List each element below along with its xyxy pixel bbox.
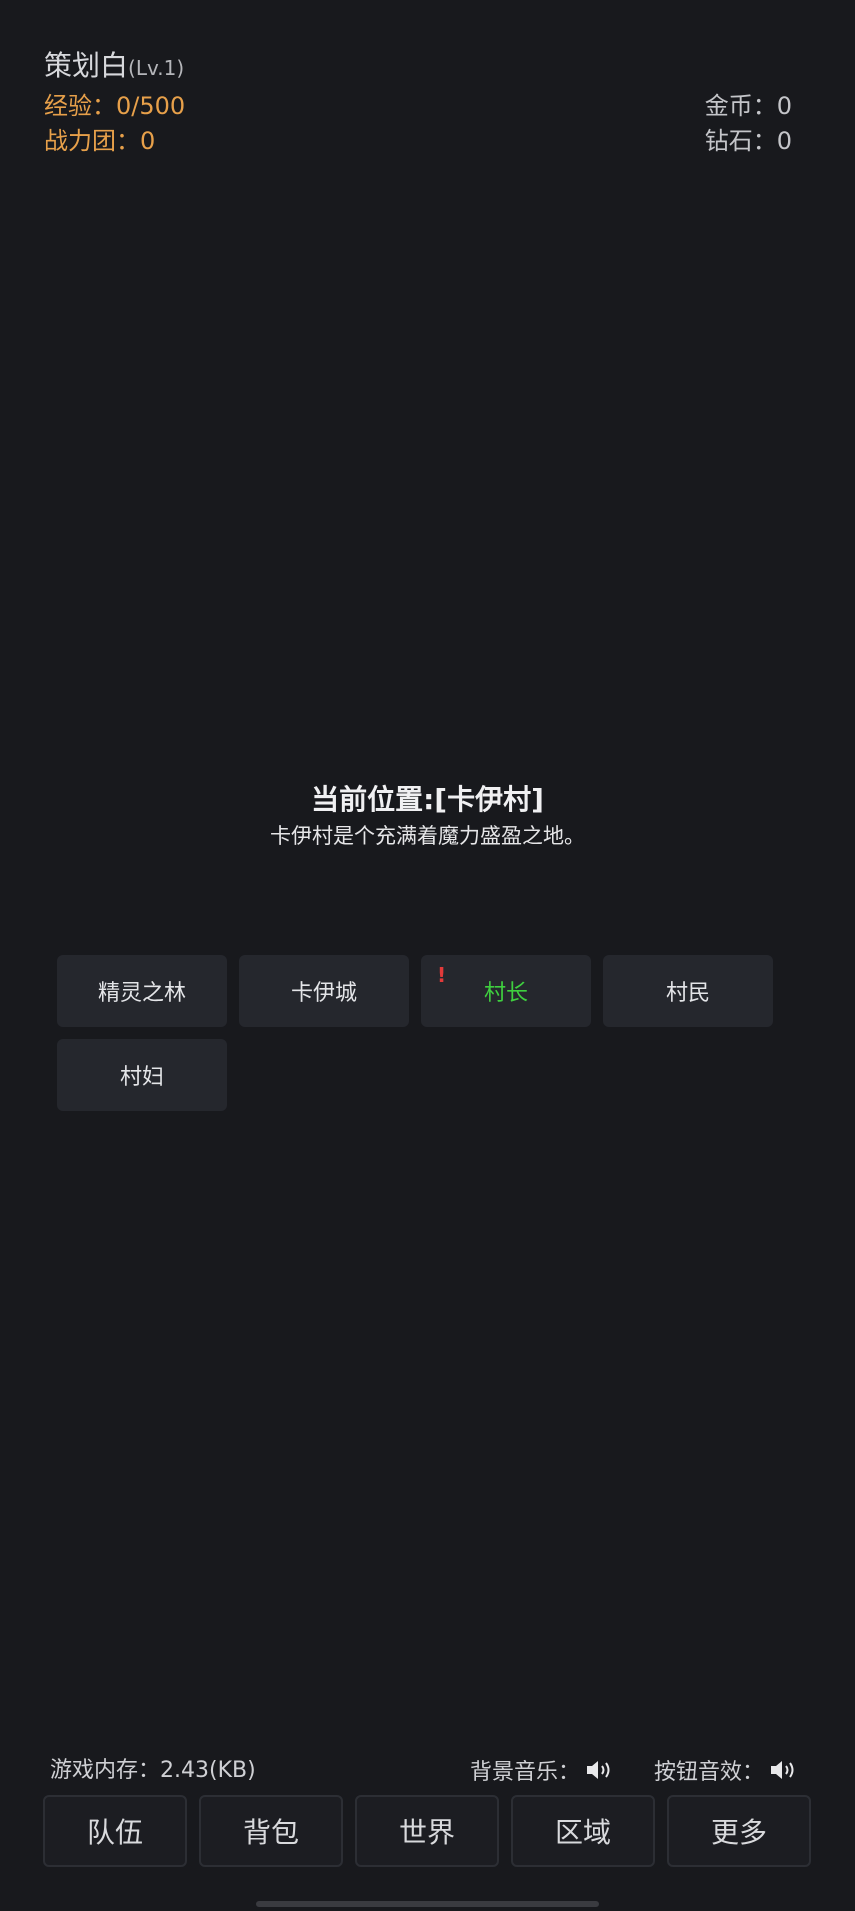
npc-label: 精灵之林 <box>97 981 186 1006</box>
nav-label: 更多 <box>710 1816 767 1849</box>
diamond-label: 钻石： <box>704 127 777 155</box>
gold-label: 金币： <box>704 92 777 120</box>
nav-label: 背包 <box>242 1816 299 1849</box>
power-value: 0 <box>140 127 156 155</box>
current-location-title: 当前位置:[卡伊村] <box>311 783 544 816</box>
gold-stat: 金币：0 <box>705 86 792 121</box>
diamond-value: 0 <box>776 127 792 155</box>
npc-label: 村长 <box>483 981 528 1006</box>
home-indicator[interactable] <box>256 1901 599 1907</box>
nav-bag-button[interactable]: 背包 <box>199 1795 343 1867</box>
location-description: 卡伊村是个充满着魔力盛盈之地。 <box>270 824 585 848</box>
npc-label: 村民 <box>665 981 710 1006</box>
npc-button-village-woman[interactable]: 村妇 <box>57 1039 227 1111</box>
speaker-icon[interactable] <box>584 1758 614 1782</box>
nav-more-button[interactable]: 更多 <box>667 1795 811 1867</box>
nav-team-button[interactable]: 队伍 <box>43 1795 187 1867</box>
speaker-icon[interactable] <box>768 1758 798 1782</box>
gold-value: 0 <box>776 92 792 120</box>
bgm-toggle[interactable]: 背景音乐： <box>470 1754 614 1786</box>
exp-label: 经验： <box>44 92 116 120</box>
npc-button-village-chief[interactable]: ! 村长 <box>421 955 591 1027</box>
power-stat: 战力团：0 <box>44 121 155 156</box>
nav-world-button[interactable]: 世界 <box>355 1795 499 1867</box>
npc-button-kayi-city[interactable]: 卡伊城 <box>239 955 409 1027</box>
diamond-stat: 钻石：0 <box>705 121 792 156</box>
player-name-text: 策划白 <box>44 49 129 82</box>
npc-button-villager[interactable]: 村民 <box>603 955 773 1027</box>
bgm-label: 背景音乐： <box>470 1760 581 1785</box>
nav-label: 队伍 <box>86 1816 143 1849</box>
memory-usage: 游戏内存：2.43(KB) <box>50 1758 256 1783</box>
npc-label: 村妇 <box>119 1065 164 1090</box>
player-name: 策划白(Lv.1) <box>44 44 184 84</box>
sfx-label: 按钮音效： <box>654 1760 765 1785</box>
power-label: 战力团： <box>44 127 140 155</box>
sfx-toggle[interactable]: 按钮音效： <box>654 1754 798 1786</box>
exp-stat: 经验：0/500 <box>44 86 185 121</box>
player-level: (Lv.1) <box>128 56 185 80</box>
nav-label: 区域 <box>554 1816 611 1849</box>
exp-value: 0/500 <box>116 92 186 120</box>
nav-label: 世界 <box>398 1816 455 1849</box>
npc-label: 卡伊城 <box>290 981 357 1006</box>
quest-alert-icon: ! <box>437 963 447 987</box>
npc-button-elf-forest[interactable]: 精灵之林 <box>57 955 227 1027</box>
nav-area-button[interactable]: 区域 <box>511 1795 655 1867</box>
